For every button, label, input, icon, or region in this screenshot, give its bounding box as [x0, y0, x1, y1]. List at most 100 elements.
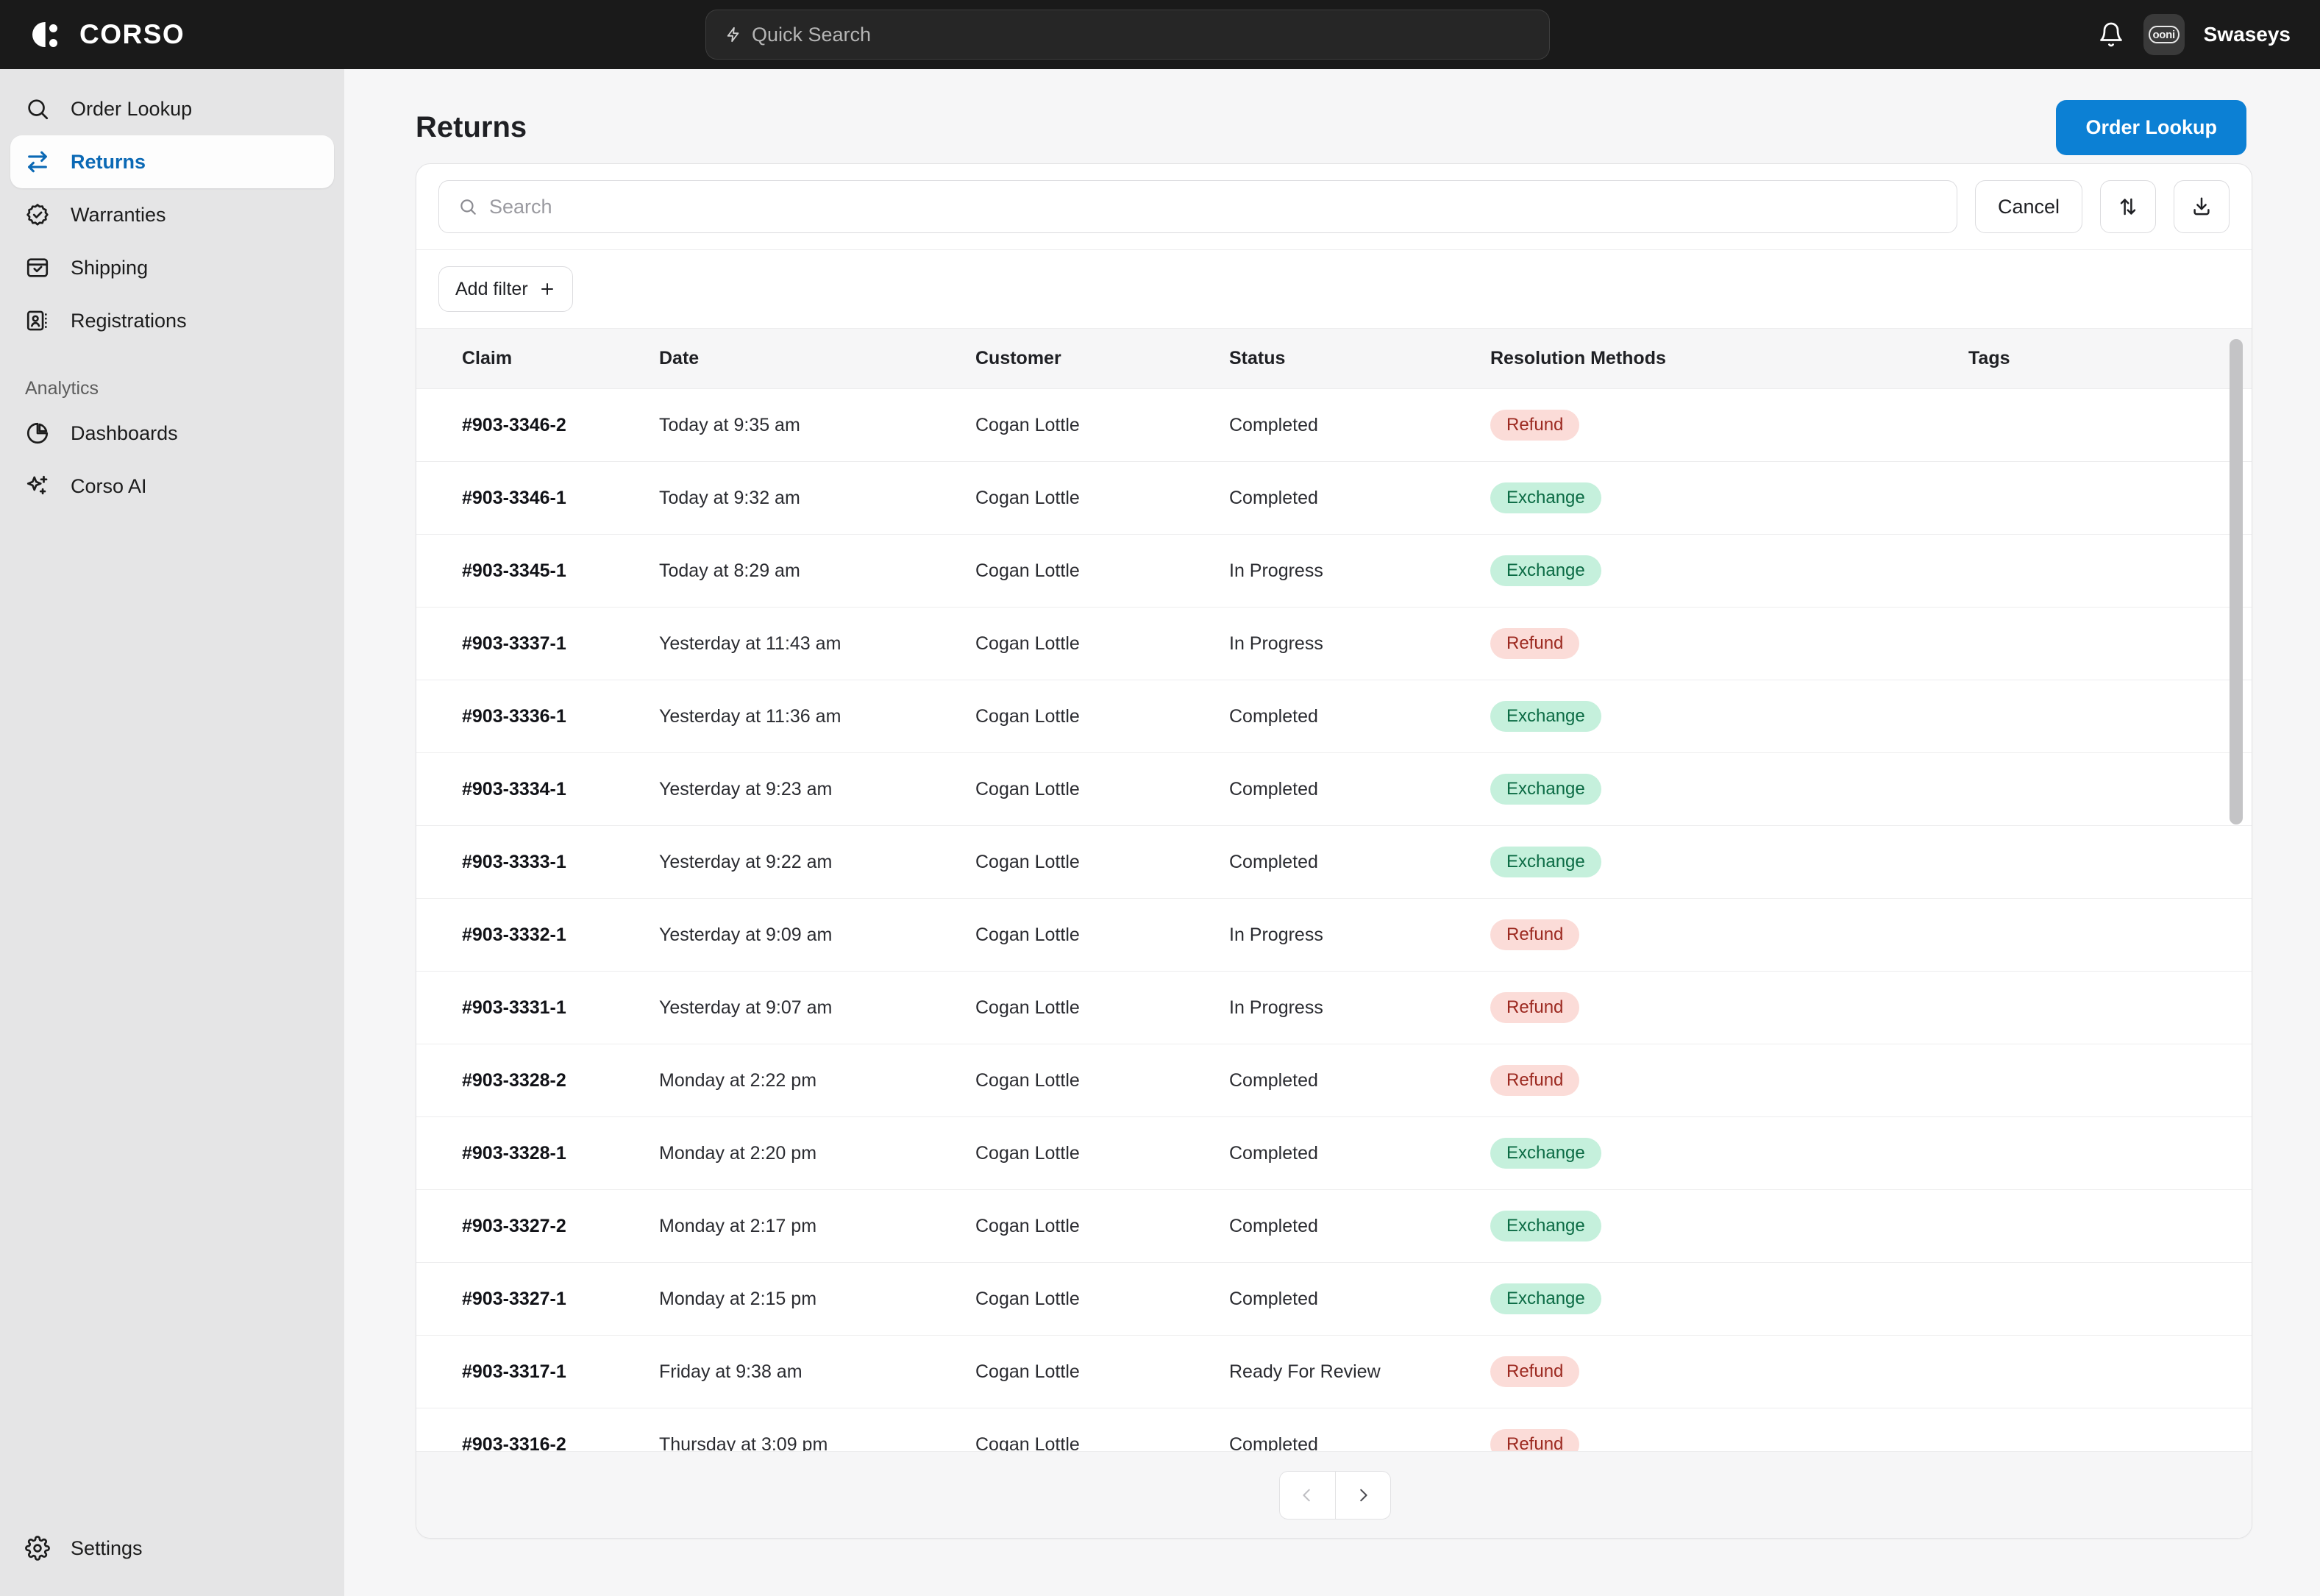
- table-row[interactable]: #903-3317-1Friday at 9:38 amCogan Lottle…: [416, 1336, 2252, 1408]
- sidebar-item-corso-ai[interactable]: Corso AI: [10, 460, 334, 513]
- add-filter-button[interactable]: Add filter: [438, 266, 573, 312]
- exchange-arrows-icon: [25, 149, 50, 174]
- table-row[interactable]: #903-3337-1Yesterday at 11:43 amCogan Lo…: [416, 608, 2252, 680]
- quick-search-box[interactable]: Quick Search: [705, 10, 1550, 60]
- cell-tags: [1968, 535, 2252, 608]
- cell-tags: [1968, 826, 2252, 899]
- org-avatar[interactable]: ooni: [2143, 14, 2185, 55]
- cell-status: In Progress: [1229, 899, 1490, 972]
- sidebar-item-registrations[interactable]: Registrations: [10, 294, 334, 347]
- cell-status: Completed: [1229, 389, 1490, 462]
- cell-customer: Cogan Lottle: [975, 389, 1229, 462]
- sidebar-item-settings[interactable]: Settings: [10, 1525, 143, 1571]
- cell-customer: Cogan Lottle: [975, 608, 1229, 680]
- table-header-row: Claim Date Customer Status Resolution Me…: [416, 329, 2252, 389]
- order-lookup-button[interactable]: Order Lookup: [2056, 100, 2246, 155]
- search-toolbar: Cancel: [416, 164, 2252, 250]
- badge-check-icon: [25, 202, 50, 227]
- sidebar-item-label: Shipping: [71, 257, 148, 279]
- sidebar-item-label: Registrations: [71, 310, 187, 332]
- cell-claim: #903-3346-2: [416, 389, 659, 462]
- cell-date: Today at 9:35 am: [659, 389, 975, 462]
- filter-toolbar: Add filter: [416, 250, 2252, 329]
- cell-claim: #903-3336-1: [416, 680, 659, 753]
- download-icon: [2191, 196, 2213, 218]
- table-row[interactable]: #903-3327-1Monday at 2:15 pmCogan Lottle…: [416, 1263, 2252, 1336]
- cell-claim: #903-3328-2: [416, 1044, 659, 1117]
- table-row[interactable]: #903-3333-1Yesterday at 9:22 amCogan Lot…: [416, 826, 2252, 899]
- column-header-customer[interactable]: Customer: [975, 329, 1229, 389]
- cell-claim: #903-3334-1: [416, 753, 659, 826]
- cell-customer: Cogan Lottle: [975, 1117, 1229, 1190]
- search-input[interactable]: [489, 196, 1957, 218]
- next-page-button[interactable]: [1335, 1471, 1391, 1520]
- chevron-left-icon: [1299, 1487, 1315, 1503]
- cell-date: Yesterday at 9:22 am: [659, 826, 975, 899]
- top-bar: CORSO Quick Search ooni Swaseys: [0, 0, 2320, 69]
- cell-date: Monday at 2:15 pm: [659, 1263, 975, 1336]
- table-scrollbar-thumb[interactable]: [2230, 339, 2243, 824]
- lightning-bolt-icon: [725, 24, 741, 45]
- column-header-claim[interactable]: Claim: [416, 329, 659, 389]
- sidebar-item-order-lookup[interactable]: Order Lookup: [10, 82, 334, 135]
- sidebar-item-label: Dashboards: [71, 422, 178, 445]
- column-header-resolution[interactable]: Resolution Methods: [1490, 329, 1968, 389]
- cell-tags: [1968, 608, 2252, 680]
- cell-date: Monday at 2:20 pm: [659, 1117, 975, 1190]
- resolution-badge: Exchange: [1490, 555, 1601, 586]
- notification-bell-icon[interactable]: [2098, 21, 2124, 48]
- sidebar: Order Lookup Returns Warranties Shipping: [0, 69, 344, 1596]
- cell-tags: [1968, 753, 2252, 826]
- resolution-badge: Exchange: [1490, 701, 1601, 732]
- table-row[interactable]: #903-3327-2Monday at 2:17 pmCogan Lottle…: [416, 1190, 2252, 1263]
- cell-status: Completed: [1229, 680, 1490, 753]
- table-row[interactable]: #903-3328-2Monday at 2:22 pmCogan Lottle…: [416, 1044, 2252, 1117]
- sidebar-item-label: Order Lookup: [71, 98, 192, 121]
- cell-status: Ready For Review: [1229, 1336, 1490, 1408]
- user-name[interactable]: Swaseys: [2204, 23, 2291, 46]
- cell-date: Yesterday at 11:36 am: [659, 680, 975, 753]
- table-row[interactable]: #903-3331-1Yesterday at 9:07 amCogan Lot…: [416, 972, 2252, 1044]
- column-header-status[interactable]: Status: [1229, 329, 1490, 389]
- previous-page-button[interactable]: [1279, 1471, 1335, 1520]
- cell-tags: [1968, 680, 2252, 753]
- cancel-button[interactable]: Cancel: [1975, 180, 2082, 233]
- table-scrollbar[interactable]: [2225, 329, 2247, 1503]
- cell-tags: [1968, 1190, 2252, 1263]
- sidebar-item-dashboards[interactable]: Dashboards: [10, 407, 334, 460]
- sidebar-item-warranties[interactable]: Warranties: [10, 188, 334, 241]
- cell-resolution-methods: Refund: [1490, 1336, 1968, 1408]
- table-row[interactable]: #903-3345-1Today at 8:29 amCogan LottleI…: [416, 535, 2252, 608]
- cell-resolution-methods: Exchange: [1490, 1190, 1968, 1263]
- cell-customer: Cogan Lottle: [975, 826, 1229, 899]
- table-row[interactable]: #903-3346-1Today at 9:32 amCogan LottleC…: [416, 462, 2252, 535]
- cell-resolution-methods: Exchange: [1490, 1117, 1968, 1190]
- table-row[interactable]: #903-3334-1Yesterday at 9:23 amCogan Lot…: [416, 753, 2252, 826]
- returns-card: Cancel Add filter Claim: [416, 163, 2252, 1539]
- sidebar-item-label: Returns: [71, 151, 146, 174]
- table-body: #903-3346-2Today at 9:35 amCogan LottleC…: [416, 389, 2252, 1503]
- returns-table-scroll-area[interactable]: Claim Date Customer Status Resolution Me…: [416, 329, 2252, 1503]
- table-row[interactable]: #903-3346-2Today at 9:35 amCogan LottleC…: [416, 389, 2252, 462]
- sidebar-item-returns[interactable]: Returns: [10, 135, 334, 188]
- cell-claim: #903-3337-1: [416, 608, 659, 680]
- cell-claim: #903-3327-1: [416, 1263, 659, 1336]
- cell-resolution-methods: Exchange: [1490, 753, 1968, 826]
- table-row[interactable]: #903-3336-1Yesterday at 11:36 amCogan Lo…: [416, 680, 2252, 753]
- table-row[interactable]: #903-3328-1Monday at 2:20 pmCogan Lottle…: [416, 1117, 2252, 1190]
- export-button[interactable]: [2174, 180, 2230, 233]
- cell-status: Completed: [1229, 826, 1490, 899]
- cell-claim: #903-3331-1: [416, 972, 659, 1044]
- sidebar-item-shipping[interactable]: Shipping: [10, 241, 334, 294]
- table-row[interactable]: #903-3332-1Yesterday at 9:09 amCogan Lot…: [416, 899, 2252, 972]
- search-field-wrapper[interactable]: [438, 180, 1957, 233]
- sidebar-item-label: Corso AI: [71, 475, 147, 498]
- brand-logo[interactable]: CORSO: [31, 17, 310, 52]
- gear-icon: [25, 1536, 50, 1561]
- cell-status: Completed: [1229, 462, 1490, 535]
- search-icon: [25, 96, 50, 121]
- column-header-tags[interactable]: Tags: [1968, 329, 2252, 389]
- column-header-date[interactable]: Date: [659, 329, 975, 389]
- sparkles-icon: [25, 474, 50, 499]
- sort-button[interactable]: [2100, 180, 2156, 233]
